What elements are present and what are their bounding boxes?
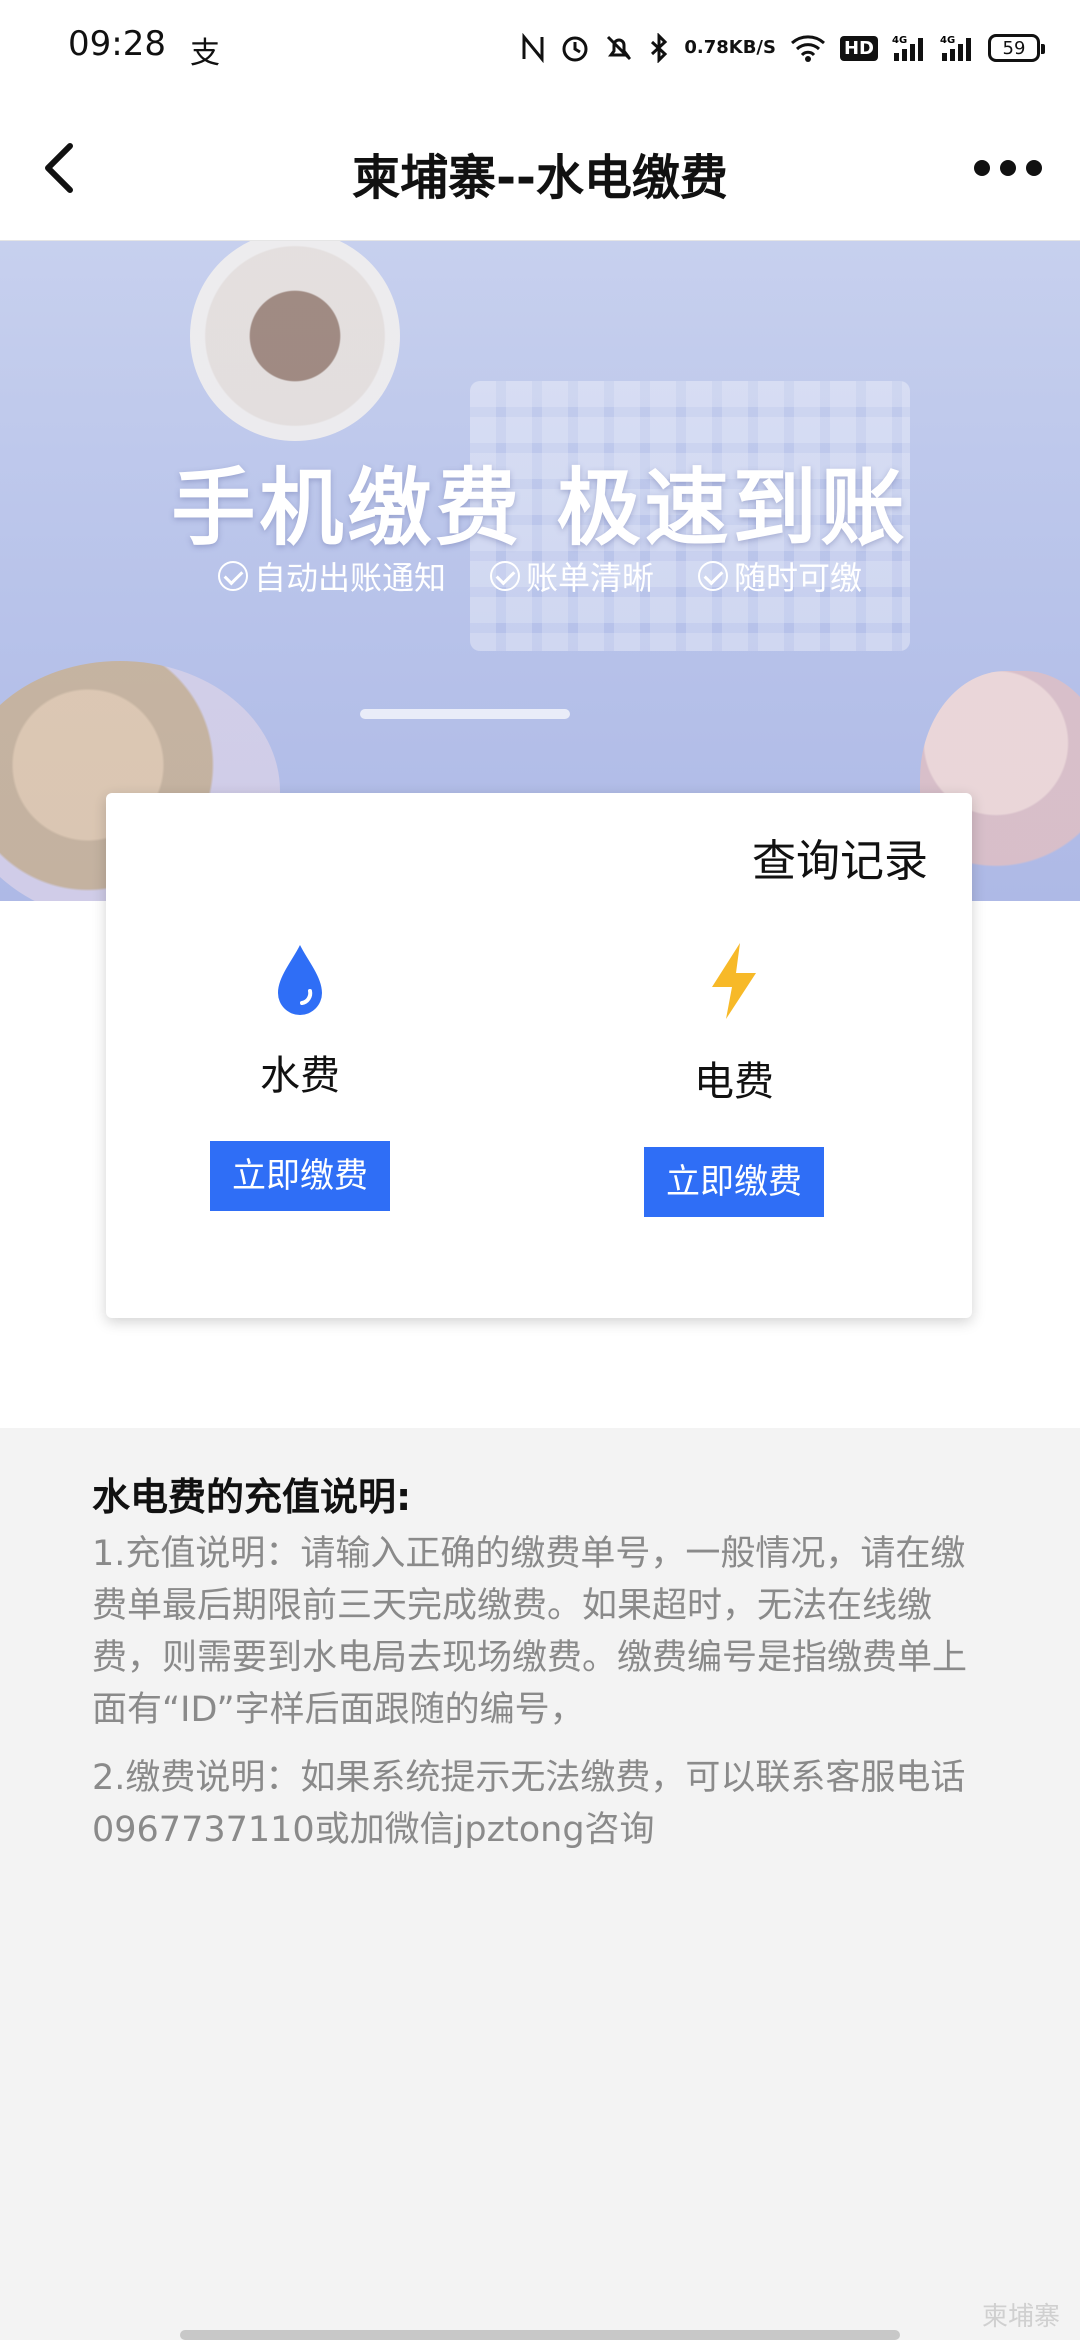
check-circle-icon bbox=[217, 561, 248, 591]
payment-card: 查询记录 水费 立即缴费 电费 立即缴费 bbox=[106, 793, 972, 1318]
page-title: 柬埔寨--水电缴费 bbox=[352, 150, 728, 206]
pay-electric-button[interactable]: 立即缴费 bbox=[644, 1147, 824, 1217]
instructions-title: 水电费的充值说明: bbox=[92, 1475, 412, 1519]
coffee-cup-decoration bbox=[190, 241, 400, 441]
alarm-icon bbox=[560, 33, 590, 63]
status-bar: 09:28 支 0.78 KB/S HD 4G 4G 59 bbox=[0, 0, 1080, 96]
signal-icon-2: 4G bbox=[940, 33, 974, 63]
check-circle-icon bbox=[489, 561, 520, 591]
more-dots-icon bbox=[974, 160, 1042, 176]
water-fee-section: 水费 立即缴费 bbox=[170, 941, 430, 1211]
electric-fee-label: 电费 bbox=[694, 1059, 774, 1105]
banner-headline: 手机缴费 极速到账 bbox=[171, 459, 909, 557]
water-fee-label: 水费 bbox=[260, 1053, 340, 1099]
status-icons: 0.78 KB/S HD 4G 4G 59 bbox=[520, 22, 1045, 74]
home-indicator[interactable] bbox=[180, 2330, 900, 2340]
bluetooth-icon bbox=[648, 33, 670, 63]
electric-fee-section: 电费 立即缴费 bbox=[604, 941, 864, 1217]
signal-label-2: 4G bbox=[940, 35, 955, 46]
feature-item: 随时可缴 bbox=[698, 553, 862, 599]
water-drop-icon bbox=[278, 945, 322, 1015]
pay-water-button[interactable]: 立即缴费 bbox=[210, 1141, 390, 1211]
query-records-link[interactable]: 查询记录 bbox=[752, 825, 928, 889]
wifi-icon bbox=[790, 33, 826, 63]
watermark: 柬埔寨 bbox=[981, 2302, 1060, 2332]
feature-item: 自动出账通知 bbox=[217, 553, 446, 599]
alipay-icon: 支 bbox=[190, 36, 220, 71]
pen-decoration bbox=[360, 709, 570, 719]
nav-bar: 柬埔寨--水电缴费 bbox=[0, 96, 1080, 241]
feature-item: 账单清晰 bbox=[489, 553, 654, 599]
battery-level: 59 bbox=[1002, 37, 1026, 59]
instructions-section: 水电费的充值说明: 1.充值说明：请输入正确的缴费单号，一般情况，请在缴费单最后… bbox=[0, 1428, 1080, 2340]
nfc-icon bbox=[520, 33, 546, 63]
banner-features: 自动出账通知 账单清晰 随时可缴 bbox=[0, 553, 1080, 599]
instruction-item: 1.充值说明：请输入正确的缴费单号，一般情况，请在缴费单最后期限前三天完成缴费。… bbox=[92, 1534, 968, 1730]
battery-icon: 59 bbox=[988, 34, 1045, 62]
lightning-icon bbox=[712, 943, 756, 1019]
hd-badge: HD bbox=[839, 35, 878, 61]
signal-label: 4G bbox=[892, 35, 907, 46]
instruction-item: 2.缴费说明：如果系统提示无法缴费，可以联系客服电话0967737110或加微信… bbox=[92, 1758, 966, 1850]
status-time: 09:28 bbox=[68, 24, 166, 64]
mute-bell-icon bbox=[604, 33, 634, 63]
signal-icon: 4G bbox=[892, 33, 926, 63]
more-menu-button[interactable] bbox=[968, 144, 1048, 192]
check-circle-icon bbox=[698, 561, 728, 591]
net-speed: 0.78 KB/S bbox=[684, 37, 776, 58]
